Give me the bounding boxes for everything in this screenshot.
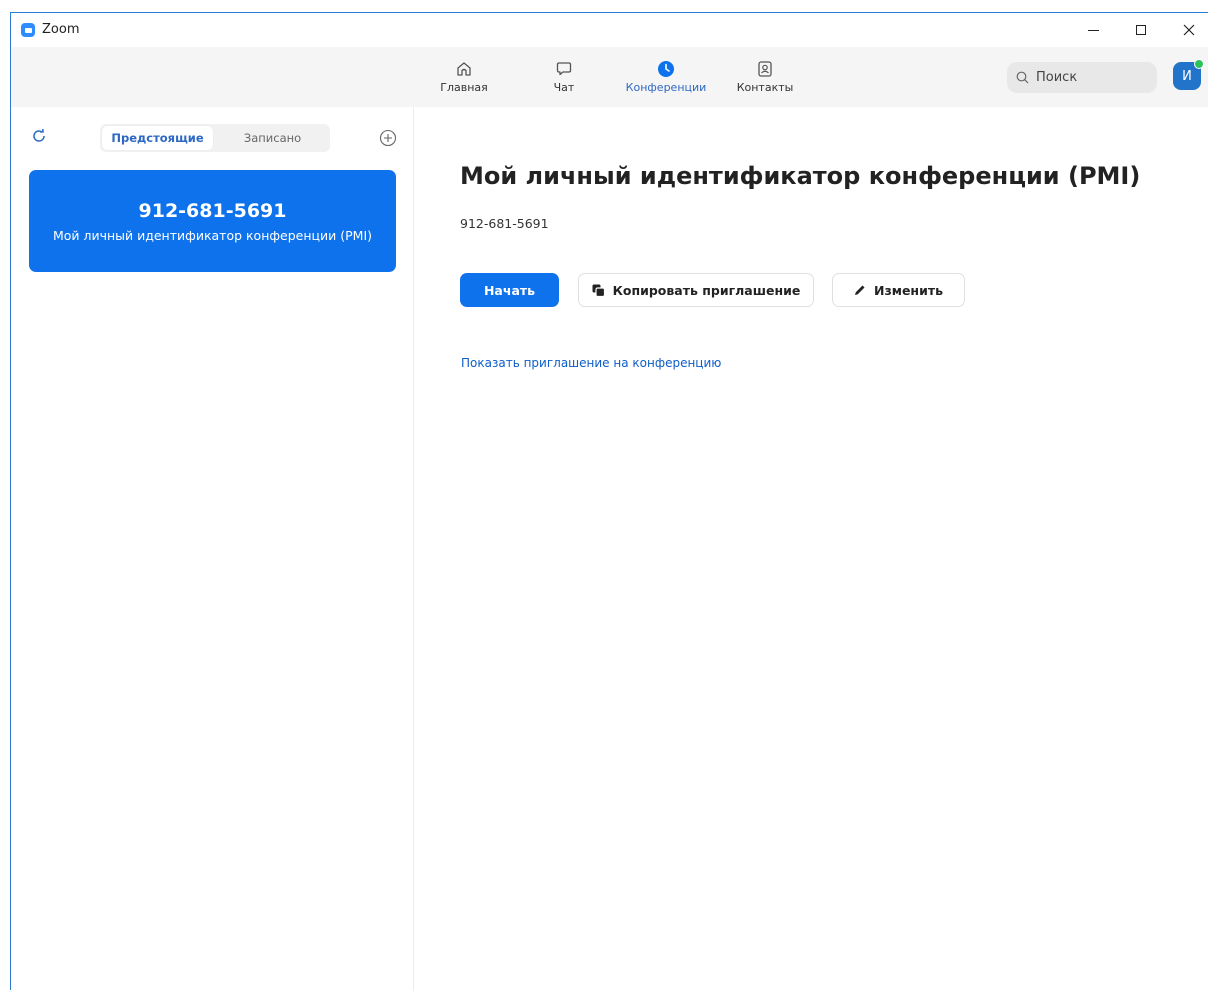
edit-button[interactable]: Изменить: [832, 273, 965, 307]
close-icon: [1183, 24, 1195, 36]
meeting-id: 912-681-5691: [460, 216, 549, 231]
tab-meetings-label: Конференции: [625, 81, 707, 94]
contacts-icon: [756, 60, 774, 78]
tab-upcoming[interactable]: Предстоящие: [102, 126, 213, 150]
clock-icon: [657, 60, 675, 78]
tab-chat[interactable]: Чат: [541, 47, 587, 107]
maximize-button[interactable]: [1118, 13, 1164, 47]
pmi-card-number: 912-681-5691: [138, 200, 287, 222]
home-icon: [455, 60, 473, 78]
copy-invitation-button[interactable]: Копировать приглашение: [578, 273, 814, 307]
tab-chat-label: Чат: [553, 81, 575, 94]
refresh-button[interactable]: [31, 128, 49, 146]
minimize-icon: [1087, 29, 1099, 31]
chat-icon: [555, 60, 573, 78]
tab-meetings[interactable]: Конференции: [616, 47, 716, 107]
search-box[interactable]: Поиск: [1007, 62, 1157, 93]
meetings-sidebar: Предстоящие Записано 912-681-5691 Мой ли…: [11, 107, 414, 991]
plus-circle-icon: [379, 129, 397, 147]
pmi-card-label: Мой личный идентификатор конференции (PM…: [52, 228, 373, 243]
page-title: Мой личный идентификатор конференции (PM…: [460, 162, 1141, 190]
start-button[interactable]: Начать: [460, 273, 559, 307]
show-invitation-link[interactable]: Показать приглашение на конференцию: [461, 356, 721, 370]
maximize-icon: [1136, 25, 1146, 35]
search-icon: [1016, 71, 1029, 84]
tab-home-label: Главная: [440, 81, 488, 94]
window-title: Zoom: [42, 22, 80, 37]
zoom-window: Zoom Главная Чат Конференции Контакты По…: [10, 12, 1208, 991]
refresh-icon: [33, 128, 45, 142]
add-meeting-button[interactable]: [379, 129, 397, 147]
minimize-button[interactable]: [1070, 13, 1116, 47]
pencil-icon: [854, 284, 866, 296]
presence-indicator: [1194, 59, 1204, 69]
tab-contacts-label: Контакты: [736, 81, 794, 94]
edit-label: Изменить: [874, 282, 943, 298]
pmi-meeting-card[interactable]: 912-681-5691 Мой личный идентификатор ко…: [29, 170, 396, 272]
meetings-segmented-control: Предстоящие Записано: [100, 124, 330, 152]
zoom-logo-icon: [21, 23, 35, 37]
copy-invitation-label: Копировать приглашение: [612, 282, 801, 298]
tab-recorded[interactable]: Записано: [217, 126, 328, 150]
tab-home[interactable]: Главная: [431, 47, 497, 107]
tab-contacts[interactable]: Контакты: [729, 47, 801, 107]
top-navigation: Главная Чат Конференции Контакты Поиск И: [11, 47, 1208, 107]
copy-icon: [592, 284, 605, 297]
search-label: Поиск: [1036, 70, 1078, 85]
title-bar: Zoom: [11, 13, 1208, 47]
meeting-detail: Мой личный идентификатор конференции (PM…: [414, 107, 1208, 990]
close-button[interactable]: [1166, 13, 1208, 47]
